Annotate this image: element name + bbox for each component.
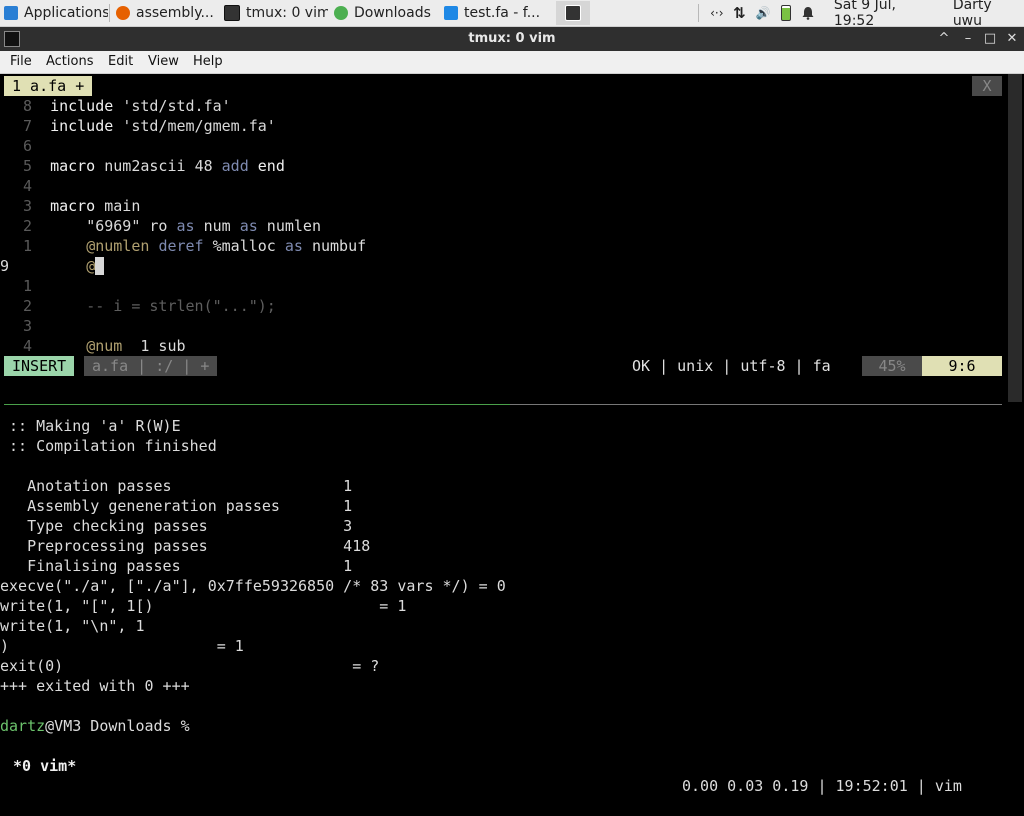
menu-file[interactable]: File	[10, 54, 32, 69]
shade-button[interactable]: ^	[934, 29, 954, 49]
minimize-button[interactable]: –	[958, 29, 978, 49]
vim-tab-active[interactable]: 1 a.fa +	[4, 76, 93, 96]
window-title: tmux: 0 vim	[468, 31, 556, 46]
menu-help[interactable]: Help	[193, 54, 223, 69]
shell-output-line: Assembly geneneration passes 1	[0, 497, 353, 515]
network-icon[interactable]: ‹·›	[706, 6, 728, 20]
vim-cursor-position: 9:6	[922, 356, 1002, 376]
code-line: 6	[22, 137, 32, 155]
firefox-icon	[116, 6, 130, 20]
code-line-current: 9 @	[0, 256, 105, 276]
vim-file-info: a.fa | :/ | +	[84, 356, 218, 376]
notification-bell-icon[interactable]	[796, 0, 820, 26]
shell-output-line: execve("./a", ["./a"], 0x7ffe59326850 /*…	[0, 577, 506, 595]
taskbar-item-firefox[interactable]: assembly...	[112, 1, 218, 25]
terminal-area[interactable]: 1 a.fa + X 8 include 'std/std.fa' 7 incl…	[0, 74, 1024, 795]
code-line: 2 "6969" ro as num as numlen	[22, 217, 321, 235]
vim-tab-close-button[interactable]: X	[972, 76, 1002, 96]
terminal-icon	[565, 5, 581, 21]
menu-view[interactable]: View	[148, 54, 179, 69]
code-line: 7 include 'std/mem/gmem.fa'	[22, 117, 276, 135]
code-line: 3	[22, 317, 32, 335]
shell-output-line: :: Compilation finished	[0, 437, 217, 455]
maximize-button[interactable]: □	[980, 29, 1000, 49]
shell-output-line: Preprocessing passes 418	[0, 537, 371, 555]
volume-icon[interactable]: 🔊	[751, 6, 775, 20]
shell-output-line: Type checking passes 3	[0, 517, 353, 535]
shell-output-line: ) = 1	[0, 637, 244, 655]
prompt-user: dartz	[0, 717, 46, 735]
shell-output-line: write(1, "[", 1[) = 1	[0, 597, 407, 615]
top-panel: Applications assembly... tmux: 0 vim Dow…	[0, 0, 1024, 29]
menu-actions[interactable]: Actions	[46, 54, 94, 69]
taskbar-item-vscode[interactable]: test.fa - f...	[440, 1, 552, 25]
taskbar-item-active-terminal[interactable]	[556, 1, 590, 25]
shell-output-line: exit(0) = ?	[0, 657, 380, 675]
shell-output-line: :: Making 'a' R(W)E	[0, 417, 181, 435]
prompt-host-path: @VM3 Downloads %	[45, 717, 190, 735]
scrollbar[interactable]	[1008, 74, 1022, 402]
tmux-statusbar: *0 vim* 0.00 0.03 0.19 | 19:52:01 | vim	[0, 736, 1024, 795]
xfce-icon	[4, 6, 18, 20]
code-line: 2 -- i = strlen("...");	[22, 297, 276, 315]
shell-output-line: Anotation passes 1	[0, 477, 353, 495]
panel-separator	[698, 4, 699, 22]
code-line: 1 @numlen deref %malloc as numbuf	[22, 237, 367, 255]
tmux-status-right: 0.00 0.03 0.19 | 19:52:01 | vim	[682, 777, 962, 795]
transfer-icon[interactable]: ⇅	[728, 4, 752, 22]
vim-tabline: 1 a.fa + X	[0, 76, 1004, 96]
close-button[interactable]: ✕	[1002, 29, 1022, 49]
clock[interactable]: Sat 9 Jul, 19:52	[834, 0, 939, 29]
code-line: 3 macro main	[22, 197, 141, 215]
vscode-icon	[444, 6, 458, 20]
applications-menu[interactable]: Applications	[0, 1, 108, 25]
system-tray: ‹·› ⇅ 🔊 Sat 9 Jul, 19:52 Darty uwu	[706, 0, 1024, 29]
code-line: 1	[22, 277, 32, 295]
tmux-pane-divider-active	[4, 404, 510, 405]
user-menu[interactable]: Darty uwu	[953, 0, 1024, 29]
shell-output-line: write(1, "\n", 1	[0, 617, 145, 635]
tmux-window-tab[interactable]: *0 vim*	[4, 756, 76, 776]
window-titlebar[interactable]: tmux: 0 vim ^ – □ ✕	[0, 27, 1024, 51]
code-line: 4	[22, 177, 32, 195]
shell-prompt[interactable]: dartz@VM3 Downloads %	[0, 716, 190, 736]
vim-file-format: OK | unix | utf-8 | fa	[632, 357, 831, 375]
shell-output-line: +++ exited with 0 +++	[0, 677, 190, 695]
terminal-icon	[224, 5, 240, 21]
download-icon	[334, 6, 348, 20]
shell-output-line: Finalising passes 1	[0, 557, 353, 575]
vim-scroll-percent: 45%	[862, 356, 922, 376]
vim-statusline: INSERT a.fa | :/ | + OK | unix | utf-8 |…	[0, 356, 1004, 376]
taskbar-item-tmux[interactable]: tmux: 0 vim	[220, 1, 328, 25]
menu-edit[interactable]: Edit	[108, 54, 133, 69]
battery-icon[interactable]	[775, 0, 797, 26]
taskbar-item-downloads[interactable]: Downloads	[330, 1, 434, 25]
vim-mode-indicator: INSERT	[4, 356, 75, 376]
panel-separator	[109, 4, 110, 22]
code-line: 8 include 'std/std.fa'	[22, 97, 231, 115]
code-line: 4 @num 1 sub	[22, 337, 186, 355]
menubar: File Actions Edit View Help	[0, 51, 1024, 74]
code-line: 5 macro num2ascii 48 add end	[22, 157, 285, 175]
text-cursor	[95, 257, 105, 275]
